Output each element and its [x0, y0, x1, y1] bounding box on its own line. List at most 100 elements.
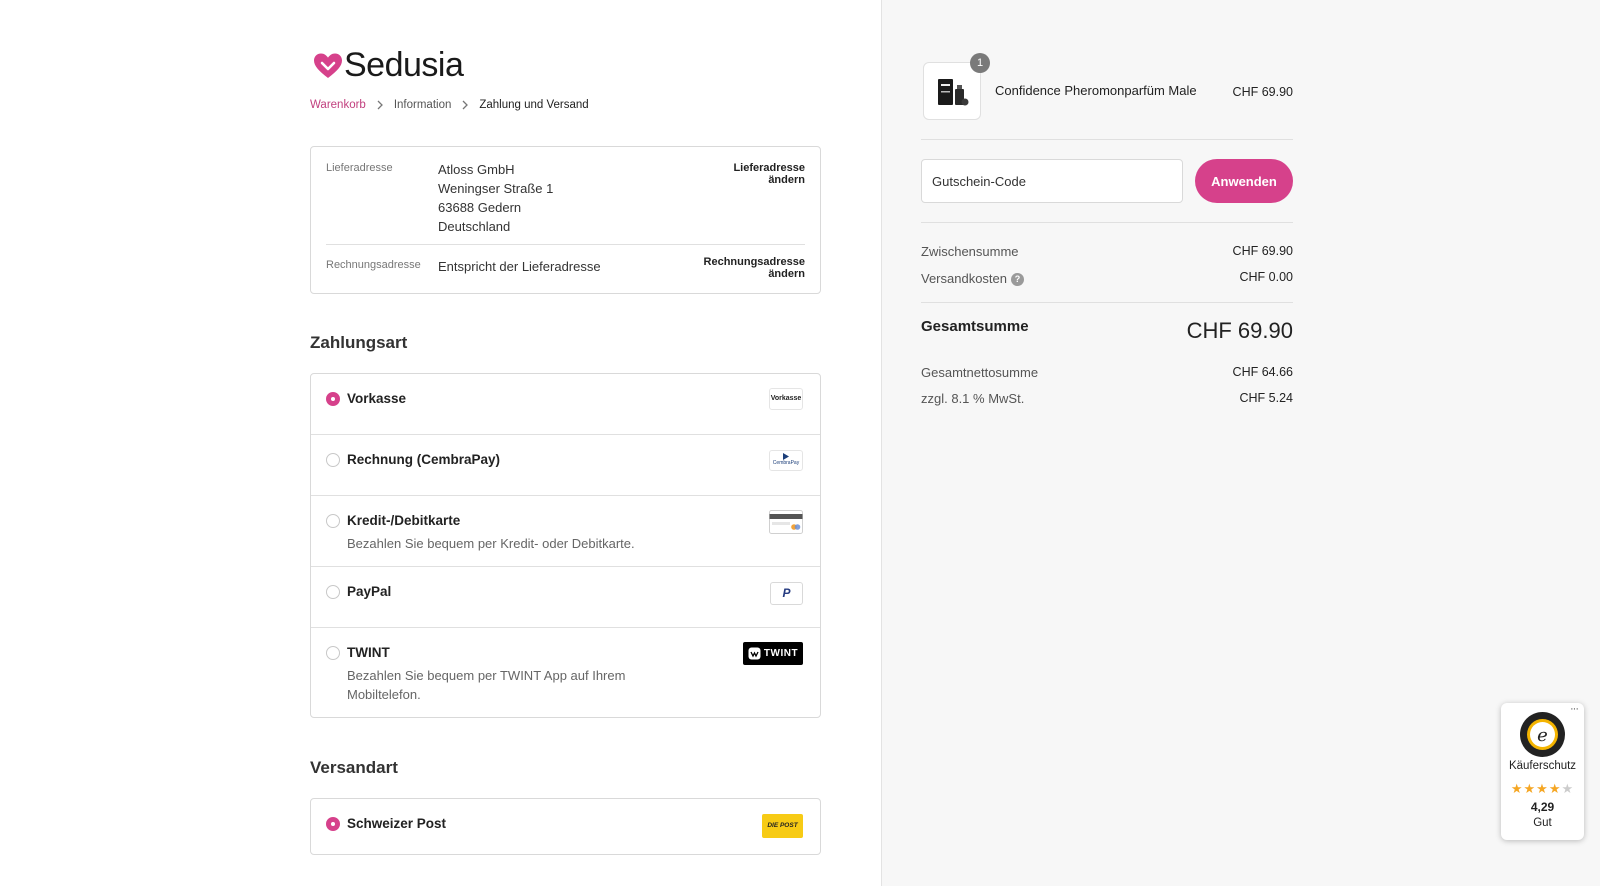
total-label: Gesamtsumme: [921, 318, 1029, 335]
payment-option-cembrapay[interactable]: Rechnung (CembraPay) CembraPay: [311, 434, 820, 495]
play-icon: [783, 453, 789, 460]
paypal-icon: P: [770, 582, 803, 605]
address-line: Deutschland: [438, 219, 511, 234]
net-total-value: CHF 64.66: [1232, 365, 1293, 379]
payment-option-description: Bezahlen Sie bequem per Kredit- oder Deb…: [347, 536, 635, 551]
payment-option-paypal[interactable]: PayPal P: [311, 566, 820, 627]
divider: [921, 302, 1293, 303]
payment-option-card[interactable]: Kredit-/Debitkarte Bezahlen Sie bequem p…: [311, 495, 820, 566]
shipping-address-value: Atloss GmbH Weningser Straße 1 63688 Ged…: [438, 160, 553, 236]
swiss-post-logo: DIE POST: [762, 814, 803, 838]
rating-value: 4,29: [1530, 800, 1555, 814]
change-link-line: ändern: [768, 268, 805, 280]
address-summary: Lieferadresse Atloss GmbH Weningser Stra…: [310, 146, 821, 294]
payment-option-label: Kredit-/Debitkarte: [347, 513, 461, 528]
product-name: Confidence Pheromonparfüm Male: [995, 83, 1197, 98]
billing-address-value: Entspricht der Lieferadresse: [438, 259, 601, 274]
logo-text: DIE POST: [767, 822, 798, 829]
logo-text: Vorkasse: [770, 395, 802, 402]
radio-button[interactable]: [326, 585, 340, 599]
brand-name: Sedusia: [344, 46, 464, 84]
radio-button[interactable]: [326, 817, 340, 831]
payment-options: Vorkasse Vorkasse Rechnung (CembraPay) C…: [310, 373, 821, 718]
subtotal-label: Zwischensumme: [921, 244, 1019, 259]
chevron-right-icon: [462, 100, 469, 110]
subtotal-row: Zwischensumme CHF 69.90: [921, 244, 1293, 259]
breadcrumb-payment-shipping: Zahlung und Versand: [479, 99, 589, 111]
billing-address-label: Rechnungsadresse: [326, 259, 421, 271]
checkout-main-panel: Sedusia Warenkorb Information Zahlung un…: [0, 0, 881, 886]
product-price: CHF 69.90: [1232, 85, 1293, 99]
svg-text:e: e: [1537, 725, 1548, 746]
divider: [326, 244, 805, 245]
payment-option-label: Vorkasse: [347, 391, 407, 406]
star-full-icon: ★: [1523, 781, 1537, 796]
heart-icon: [314, 53, 342, 78]
credit-card-icon: [769, 510, 803, 534]
radio-button[interactable]: [326, 392, 340, 406]
vorkasse-logo: Vorkasse: [769, 388, 803, 410]
change-billing-address-link[interactable]: Rechnungsadresse ändern: [704, 256, 805, 280]
breadcrumb-cart[interactable]: Warenkorb: [310, 99, 366, 111]
coupon-code-input[interactable]: [921, 159, 1183, 203]
brand-logo[interactable]: Sedusia: [313, 46, 464, 85]
total-value: CHF 69.90: [1186, 318, 1293, 343]
star-empty-icon: ★: [1561, 781, 1575, 796]
product-thumbnail: [923, 62, 981, 120]
shipping-address-label: Lieferadresse: [326, 162, 393, 174]
address-line: Weningser Straße 1: [438, 181, 554, 196]
cembrapay-logo: CembraPay: [769, 450, 803, 471]
radio-button[interactable]: [326, 514, 340, 528]
vat-value: CHF 5.24: [1239, 391, 1294, 405]
radio-button[interactable]: [326, 646, 340, 660]
net-total-label: Gesamtnettosumme: [921, 365, 1039, 380]
trusted-shops-seal-icon: e: [1520, 712, 1565, 757]
apply-coupon-button[interactable]: Anwenden: [1195, 159, 1293, 203]
shipping-option-schweizer-post[interactable]: Schweizer Post DIE POST: [311, 799, 820, 854]
divider: [921, 139, 1293, 140]
shipping-cost-row: Versandkosten? CHF 0.00: [921, 270, 1294, 287]
buyer-protection-label: Käuferschutz: [1508, 760, 1577, 772]
more-options-icon[interactable]: ···: [1570, 703, 1579, 715]
chevron-right-icon: [377, 100, 383, 110]
address-line: Atloss GmbH: [438, 162, 515, 177]
star-full-icon: ★: [1548, 781, 1562, 796]
radio-button[interactable]: [326, 453, 340, 467]
vat-row: zzgl. 8.1 % MwSt. CHF 5.24: [921, 391, 1293, 406]
twint-icon: [748, 647, 761, 660]
logo-text: TWINT: [763, 648, 799, 659]
payment-option-vorkasse[interactable]: Vorkasse Vorkasse: [311, 374, 820, 434]
net-total-row: Gesamtnettosumme CHF 64.66: [921, 365, 1293, 380]
change-link-line: Rechnungsadresse: [703, 256, 805, 268]
payment-option-description: Bezahlen Sie bequem per TWINT App auf Ih…: [347, 668, 626, 702]
shipping-cost-value: CHF 0.00: [1239, 270, 1294, 284]
trusted-shops-badge[interactable]: ··· e Käuferschutz ★★★★★ 4,29 Gut: [1501, 703, 1584, 840]
quantity-badge: 1: [970, 53, 990, 73]
change-shipping-address-link[interactable]: Lieferadresse ändern: [733, 162, 805, 186]
breadcrumb-information[interactable]: Information: [394, 99, 452, 111]
vat-label: zzgl. 8.1 % MwSt.: [921, 391, 1025, 406]
divider: [921, 222, 1293, 223]
help-icon[interactable]: ?: [1011, 273, 1025, 287]
rating-stars: ★★★★★: [1501, 781, 1584, 797]
order-summary-panel: [881, 0, 1600, 886]
product-image: [938, 79, 969, 106]
shipping-cost-label: Versandkosten: [921, 271, 1008, 286]
star-full-icon: ★: [1536, 781, 1549, 796]
breadcrumb: Warenkorb Information Zahlung und Versan…: [310, 99, 589, 111]
address-line: 63688 Gedern: [438, 200, 522, 215]
subtotal-value: CHF 69.90: [1232, 244, 1293, 258]
shipping-address-row: Lieferadresse Atloss GmbH Weningser Stra…: [326, 160, 805, 240]
change-link-line: ändern: [768, 174, 805, 186]
payment-option-label: PayPal: [347, 584, 392, 599]
change-link-line: Lieferadresse: [733, 162, 805, 174]
shipping-option-label: Schweizer Post: [347, 816, 447, 831]
shipping-section-title: Versandart: [310, 758, 398, 777]
star-full-icon: ★: [1510, 781, 1524, 796]
payment-section-title: Zahlungsart: [310, 333, 408, 352]
shipping-options: Schweizer Post DIE POST: [310, 798, 821, 855]
payment-option-twint[interactable]: TWINT Bezahlen Sie bequem per TWINT App …: [311, 627, 820, 717]
payment-option-label: TWINT: [347, 645, 390, 660]
logo-text: CembraPay: [772, 460, 800, 466]
billing-address-row: Rechnungsadresse Entspricht der Lieferad…: [326, 256, 805, 287]
